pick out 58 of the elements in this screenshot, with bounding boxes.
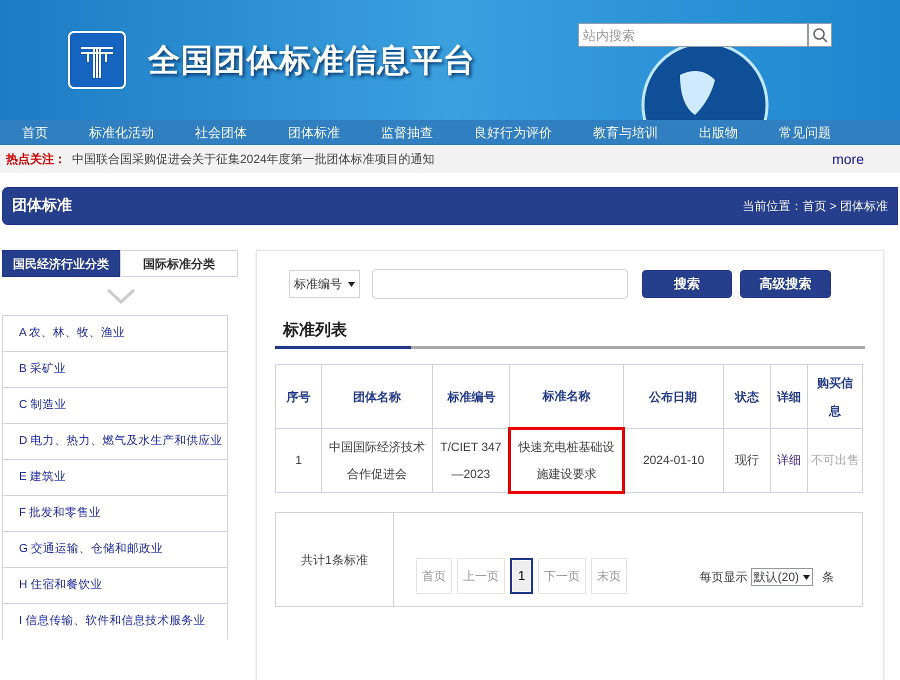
list-title: 标准列表 [283,322,347,339]
column-header: 购买信息 [807,364,862,428]
nav-link[interactable]: 良好行为评价 [474,122,552,142]
search-submit-button[interactable]: 搜索 [642,270,732,298]
category-link[interactable]: I 信息传输、软件和信息技术服务业 [3,603,227,639]
category-link[interactable]: B 采矿业 [3,351,227,387]
news-link[interactable]: 中国联合国采购促进会关于征集2024年度第一批团体标准项目的通知 [72,150,435,168]
nav-link[interactable]: 常见问题 [779,122,831,142]
search-submit-button[interactable]: 高级搜索 [740,270,831,298]
dropdown-arrow-icon [348,282,355,286]
column-header: 状态 [723,364,770,428]
table-cell: 1 [276,428,322,492]
table-cell: 快速充电桩基础设施建设要求 [510,428,624,492]
site-title: 全国团体标准信息平台 [148,41,476,80]
nav-link[interactable]: 首页 [22,122,48,142]
per-page-unit: 条 [822,569,834,586]
category-link[interactable]: C 制造业 [3,387,227,423]
table-cell: 2024-01-10 [623,428,724,492]
column-header: 标准名称 [510,364,624,428]
nav-link[interactable]: 监督抽查 [381,122,433,142]
nav-link[interactable]: 出版物 [699,122,738,142]
column-header: 公布日期 [623,364,724,428]
column-header: 标准编号 [432,364,510,428]
search-button[interactable] [808,23,832,47]
chevron-down-icon [106,288,136,304]
category-link[interactable]: D 电力、热力、燃气及水生产和供应业 [3,423,227,459]
category-link[interactable]: H 住宿和餐饮业 [3,567,227,603]
breadcrumb: 当前位置：首页 > 团体标准 [742,198,888,215]
nav-link[interactable]: 标准化活动 [89,122,154,142]
search-icon [812,27,828,43]
table-cell: 现行 [723,428,770,492]
more-link[interactable]: more [832,148,864,170]
category-link[interactable]: E 建筑业 [3,459,227,495]
page-button[interactable]: 1 [510,558,534,594]
category-link[interactable]: F 批发和零售业 [3,495,227,531]
query-field[interactable] [372,269,628,299]
hot-label: 热点关注： [6,151,66,168]
column-header: 序号 [276,364,322,428]
nav-link[interactable]: 团体标准 [288,122,340,142]
dropdown-arrow-icon [803,574,810,580]
nav-link[interactable]: 社会团体 [195,122,247,142]
field-select[interactable]: 标准编号 [289,270,360,298]
total-count: 共计1条标准 [301,552,368,568]
column-header: 团体名称 [322,364,433,428]
column-header: 详细 [770,364,808,428]
nav-link[interactable]: 教育与培训 [593,122,658,142]
category-tab[interactable]: 国民经济行业分类 [2,250,120,277]
category-link[interactable]: G 交通运输、仓储和邮政业 [3,531,227,567]
logo-icon [68,31,126,89]
per-page-select[interactable]: 默认(20) [750,568,813,586]
page-title: 团体标准 [12,196,72,216]
table-cell: 不可出售 [807,428,862,492]
detail-link[interactable]: 详细 [770,428,808,492]
search-field[interactable]: 站内搜索 [578,23,808,47]
category-link[interactable]: A 农、林、牧、渔业 [3,315,227,351]
per-page-label: 每页显示 [700,569,748,586]
table-cell: 中国国际经济技术合作促进会 [322,428,433,492]
category-tab[interactable]: 国际标准分类 [120,250,238,277]
